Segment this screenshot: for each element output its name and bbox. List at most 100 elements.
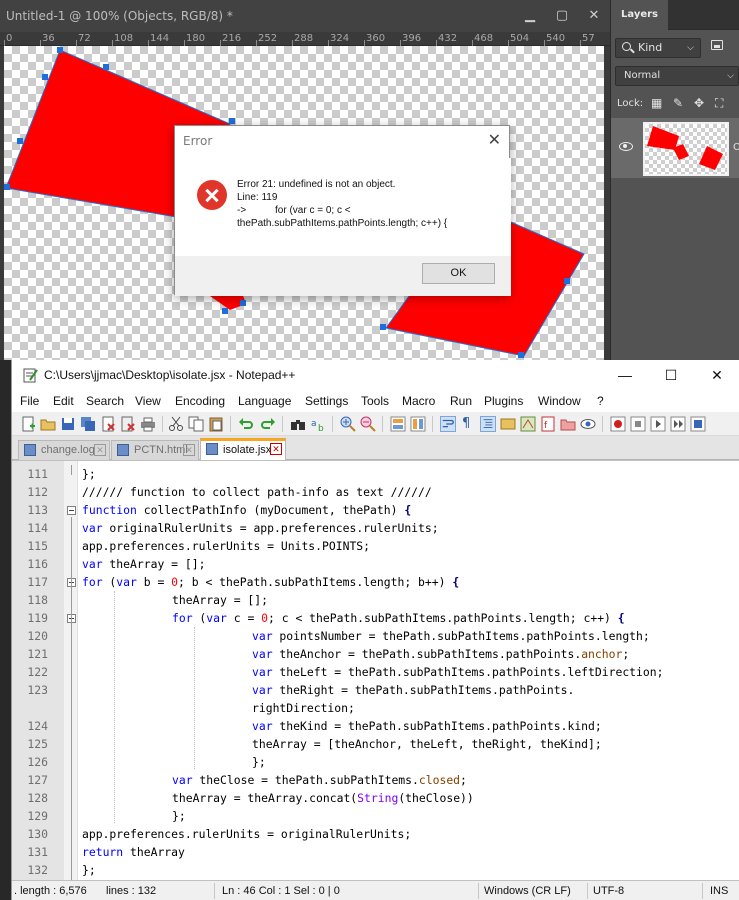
record-macro-icon[interactable] xyxy=(610,416,626,432)
menu-help[interactable]: ? xyxy=(597,394,604,408)
file-tabs: change.log ✕ PCTN.html ✕ isolate.jsx ✕ xyxy=(12,436,739,461)
layer-row[interactable]: O xyxy=(611,118,739,178)
run-macro-multiple-icon[interactable] xyxy=(670,416,686,432)
save-all-icon[interactable] xyxy=(80,416,96,432)
close-button[interactable]: ✕ xyxy=(578,0,610,32)
ruler-tick-label: 36 xyxy=(42,33,55,44)
print-icon[interactable] xyxy=(140,416,156,432)
ruler-tick-label: 180 xyxy=(186,33,206,44)
ok-button[interactable]: OK xyxy=(422,263,495,284)
folder-workspace-icon[interactable] xyxy=(560,416,576,432)
menu-language[interactable]: Language xyxy=(238,394,291,408)
monitoring-icon[interactable] xyxy=(580,416,596,432)
status-bar: . length : 6,576 lines : 132 Ln : 46 Col… xyxy=(12,880,739,900)
tab-label: change.log xyxy=(41,444,95,456)
toolbar-separator xyxy=(602,416,603,432)
cut-icon[interactable] xyxy=(168,416,184,432)
lock-position-icon[interactable]: ✥ xyxy=(694,96,704,110)
minimize-button[interactable]: ▁ xyxy=(514,0,546,32)
show-all-characters-icon[interactable]: ¶ xyxy=(462,416,470,431)
close-icon[interactable]: ✕ xyxy=(94,444,106,456)
new-file-icon[interactable] xyxy=(20,416,36,432)
layers-panel: Layers Kind ⌵ Normal ⌵ Lock: ▦ ✎ ✥ ⛶ O xyxy=(610,0,739,360)
minimize-button[interactable]: — xyxy=(602,360,648,390)
code-line: 132}; xyxy=(27,863,96,877)
tab-pctn-html[interactable]: PCTN.html ✕ xyxy=(111,440,199,460)
stop-macro-icon[interactable] xyxy=(630,416,646,432)
lock-image-pixels-icon[interactable]: ✎ xyxy=(673,96,683,110)
find-icon[interactable] xyxy=(290,416,306,432)
image-filter-icon[interactable] xyxy=(711,40,723,50)
copy-icon[interactable] xyxy=(188,416,204,432)
word-wrap-icon[interactable] xyxy=(440,416,456,432)
open-file-icon[interactable] xyxy=(40,416,56,432)
zoom-in-icon[interactable] xyxy=(340,416,356,432)
code-line: 111}; xyxy=(27,467,96,481)
error-dialog: Error ✕ Error 21: undefined is not an ob… xyxy=(174,125,511,296)
restore-button[interactable]: ▢ xyxy=(546,0,578,32)
paste-icon[interactable] xyxy=(208,416,224,432)
code-line: 114 var originalRulerUnits = app.preferen… xyxy=(27,521,439,535)
code-lines: 111}; 112////// function to collect path… xyxy=(12,465,739,879)
undo-icon[interactable] xyxy=(238,416,254,432)
menu-encoding[interactable]: Encoding xyxy=(175,394,225,408)
user-language-icon[interactable] xyxy=(500,416,516,432)
close-file-icon[interactable] xyxy=(100,416,116,432)
error-line: Line: 119 xyxy=(237,192,278,203)
close-icon[interactable]: ✕ xyxy=(270,443,282,455)
code-line: 120 var pointsNumber = thePath.subPathIte… xyxy=(27,629,650,643)
play-macro-icon[interactable] xyxy=(650,416,666,432)
menu-tools[interactable]: Tools xyxy=(361,394,389,408)
menu-file[interactable]: File xyxy=(20,394,39,408)
eye-icon[interactable] xyxy=(619,142,633,151)
dialog-close-button[interactable]: ✕ xyxy=(488,130,501,149)
maximize-button[interactable]: ☐ xyxy=(648,360,694,390)
menu-window[interactable]: Window xyxy=(538,394,581,408)
blend-mode-select[interactable]: Normal ⌵ xyxy=(615,66,739,86)
sync-vertical-icon[interactable] xyxy=(390,416,406,432)
code-line: 123 var theRight = thePath.subPathItems.p… xyxy=(27,683,575,697)
close-button[interactable]: ✕ xyxy=(694,360,739,390)
layer-name: O xyxy=(733,142,739,153)
indent-guide-icon[interactable] xyxy=(480,416,496,432)
layer-thumbnail xyxy=(643,122,729,176)
ruler-tick-label: 0 xyxy=(6,33,13,44)
menu-edit[interactable]: Edit xyxy=(53,394,74,408)
ruler-tick-label: 72 xyxy=(78,33,91,44)
layers-panel-header: Layers xyxy=(611,0,739,30)
document-title: Untitled-1 @ 100% (Objects, RGB/8) * xyxy=(6,9,233,23)
redo-icon[interactable] xyxy=(260,416,276,432)
chevron-down-icon: ⌵ xyxy=(727,71,734,81)
code-line: 117 for (var b = 0; b < thePath.subPathIt… xyxy=(27,575,460,589)
close-all-icon[interactable] xyxy=(120,416,136,432)
code-editor[interactable]: 111}; 112////// function to collect path… xyxy=(12,460,739,881)
ruler-tick-label: 504 xyxy=(510,33,530,44)
tab-change-log[interactable]: change.log ✕ xyxy=(18,440,110,460)
toolbar-separator xyxy=(162,416,163,432)
zoom-out-icon[interactable] xyxy=(360,416,376,432)
lock-artboard-icon[interactable]: ⛶ xyxy=(715,96,723,111)
menu-view[interactable]: View xyxy=(135,394,161,408)
sync-horizontal-icon[interactable] xyxy=(410,416,426,432)
ruler-tick-label: 108 xyxy=(114,33,134,44)
save-icon[interactable] xyxy=(60,416,76,432)
layer-filter-select[interactable]: Kind ⌵ xyxy=(615,38,701,58)
close-icon[interactable]: ✕ xyxy=(183,444,195,456)
tab-isolate-jsx[interactable]: isolate.jsx ✕ xyxy=(200,438,286,461)
menu-settings[interactable]: Settings xyxy=(305,394,348,408)
menu-macro[interactable]: Macro xyxy=(402,394,435,408)
menu-run[interactable]: Run xyxy=(450,394,472,408)
code-line: 116 var theArray = []; xyxy=(27,557,206,571)
code-line: 125 theArray = [theAnchor, theLeft, theRi… xyxy=(27,737,602,751)
function-list-icon[interactable]: f xyxy=(540,416,556,432)
replace-icon[interactable]: ab xyxy=(310,416,326,432)
svg-text:a: a xyxy=(311,419,317,429)
ruler-tick-label: 288 xyxy=(294,33,314,44)
error-description: Error 21: undefined is not an object. xyxy=(237,179,396,190)
lock-transparent-pixels-icon[interactable]: ▦ xyxy=(651,96,662,110)
menu-search[interactable]: Search xyxy=(86,394,124,408)
menu-plugins[interactable]: Plugins xyxy=(484,394,523,408)
tab-layers[interactable]: Layers xyxy=(611,0,668,30)
save-macro-icon[interactable] xyxy=(690,416,706,432)
doc-map-icon[interactable] xyxy=(520,416,536,432)
